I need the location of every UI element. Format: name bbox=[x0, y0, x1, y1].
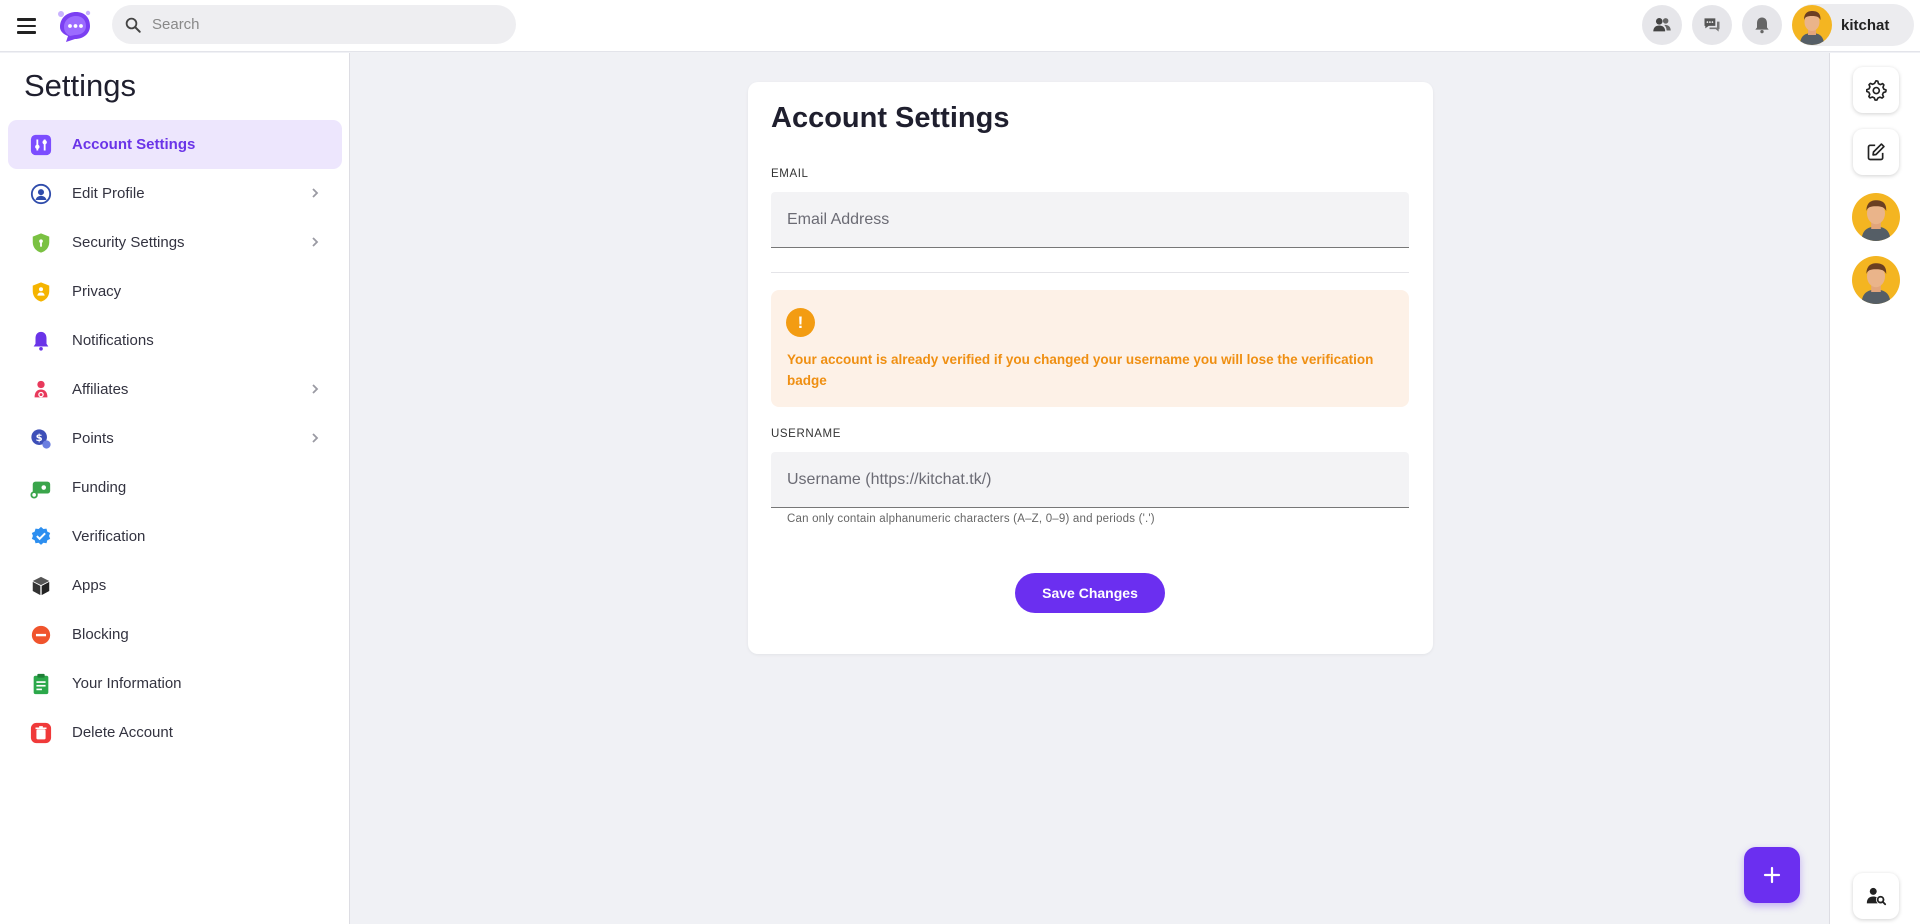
chevron-right-icon bbox=[312, 188, 319, 198]
sidebar-item-label: Security Settings bbox=[72, 234, 185, 251]
warning-text: Your account is already verified if you … bbox=[787, 352, 1374, 388]
sidebar-item-label: Your Information bbox=[72, 675, 182, 692]
sidebar-item-notifications[interactable]: Notifications bbox=[8, 316, 342, 365]
username-helper-text: Can only contain alphanumeric characters… bbox=[787, 513, 1155, 525]
sidebar-item-label: Privacy bbox=[72, 283, 122, 300]
save-button[interactable]: Save Changes bbox=[1015, 573, 1165, 613]
right-rail bbox=[1829, 53, 1920, 924]
username-label: USERNAME bbox=[771, 428, 841, 440]
user-menu[interactable]: kitchat bbox=[1792, 4, 1914, 46]
sidebar-item-label: Edit Profile bbox=[72, 185, 145, 202]
gear-icon bbox=[1866, 80, 1887, 101]
points-icon: $ bbox=[30, 428, 52, 450]
privacy-icon bbox=[30, 281, 52, 303]
notifications-button[interactable] bbox=[1742, 5, 1782, 45]
sliders-icon bbox=[30, 134, 52, 156]
sidebar-item-points[interactable]: $ Points bbox=[8, 414, 342, 463]
bell-icon bbox=[30, 330, 52, 352]
sidebar-item-your-information[interactable]: Your Information bbox=[8, 659, 342, 708]
verification-warning: ! Your account is already verified if yo… bbox=[771, 290, 1409, 407]
clipboard-icon bbox=[30, 673, 52, 695]
account-settings-card: Account Settings EMAIL ! Your account is… bbox=[748, 82, 1433, 654]
settings-sidebar: Settings Account Settings Edit Profile S… bbox=[0, 53, 350, 924]
trash-icon bbox=[30, 722, 52, 744]
plus-icon bbox=[1763, 866, 1781, 884]
username-label: kitchat bbox=[1841, 16, 1890, 34]
friends-button[interactable] bbox=[1642, 5, 1682, 45]
sidebar-item-security-settings[interactable]: Security Settings bbox=[8, 218, 342, 267]
sidebar-item-label: Funding bbox=[72, 479, 127, 496]
sidebar-item-delete-account[interactable]: Delete Account bbox=[8, 708, 342, 757]
user-circle-icon bbox=[30, 183, 52, 205]
sidebar-item-privacy[interactable]: Privacy bbox=[8, 267, 342, 316]
chevron-right-icon bbox=[312, 433, 319, 443]
verified-icon bbox=[30, 526, 52, 548]
svg-text:$: $ bbox=[36, 432, 43, 443]
edit-icon bbox=[1867, 143, 1885, 161]
exclamation-icon: ! bbox=[786, 308, 815, 337]
sidebar-item-label: Points bbox=[72, 430, 114, 447]
messages-button[interactable] bbox=[1692, 5, 1732, 45]
avatar bbox=[1792, 5, 1832, 45]
people-icon bbox=[1653, 18, 1671, 32]
sidebar-item-account-settings[interactable]: Account Settings bbox=[8, 120, 342, 169]
find-people-button[interactable] bbox=[1853, 873, 1899, 919]
avatar[interactable] bbox=[1852, 256, 1900, 304]
search-bar[interactable] bbox=[112, 5, 516, 44]
sidebar-item-apps[interactable]: Apps bbox=[8, 561, 342, 610]
username-field[interactable] bbox=[771, 452, 1409, 507]
sidebar-item-label: Blocking bbox=[72, 626, 129, 643]
sidebar-item-label: Account Settings bbox=[72, 136, 196, 153]
email-field[interactable] bbox=[771, 192, 1409, 247]
sidebar-item-label: Affiliates bbox=[72, 381, 129, 398]
chat-icon bbox=[1704, 18, 1720, 32]
shield-icon bbox=[30, 232, 52, 254]
email-field-container bbox=[771, 192, 1409, 248]
bell-icon bbox=[1755, 17, 1769, 34]
sidebar-item-edit-profile[interactable]: Edit Profile bbox=[8, 169, 342, 218]
settings-button[interactable] bbox=[1853, 67, 1899, 113]
email-label: EMAIL bbox=[771, 168, 809, 180]
sidebar-item-label: Delete Account bbox=[72, 724, 173, 741]
sidebar-item-affiliates[interactable]: Affiliates bbox=[8, 365, 342, 414]
sidebar-item-funding[interactable]: Funding bbox=[8, 463, 342, 512]
add-button[interactable] bbox=[1744, 847, 1800, 903]
avatar[interactable] bbox=[1852, 193, 1900, 241]
affiliates-icon bbox=[30, 379, 52, 401]
divider bbox=[771, 272, 1409, 273]
top-bar: kitchat bbox=[0, 0, 1920, 52]
chevron-right-icon bbox=[312, 384, 319, 394]
cube-icon bbox=[30, 575, 52, 597]
sidebar-item-label: Apps bbox=[72, 577, 107, 594]
user-search-icon bbox=[1866, 887, 1887, 906]
app-logo[interactable] bbox=[52, 5, 94, 45]
sidebar-item-label: Verification bbox=[72, 528, 146, 545]
chevron-right-icon bbox=[312, 237, 319, 247]
funding-icon bbox=[30, 477, 52, 499]
compose-button[interactable] bbox=[1853, 129, 1899, 175]
page-title: Account Settings bbox=[771, 102, 1010, 134]
search-icon bbox=[125, 17, 141, 33]
sidebar-title: Settings bbox=[24, 68, 137, 103]
sidebar-item-verification[interactable]: Verification bbox=[8, 512, 342, 561]
block-icon bbox=[30, 624, 52, 646]
sidebar-item-label: Notifications bbox=[72, 332, 154, 349]
menu-icon[interactable] bbox=[14, 13, 40, 39]
sidebar-item-blocking[interactable]: Blocking bbox=[8, 610, 342, 659]
search-input[interactable] bbox=[152, 16, 492, 33]
settings-nav: Account Settings Edit Profile Security S… bbox=[8, 120, 342, 757]
username-field-container bbox=[771, 452, 1409, 508]
